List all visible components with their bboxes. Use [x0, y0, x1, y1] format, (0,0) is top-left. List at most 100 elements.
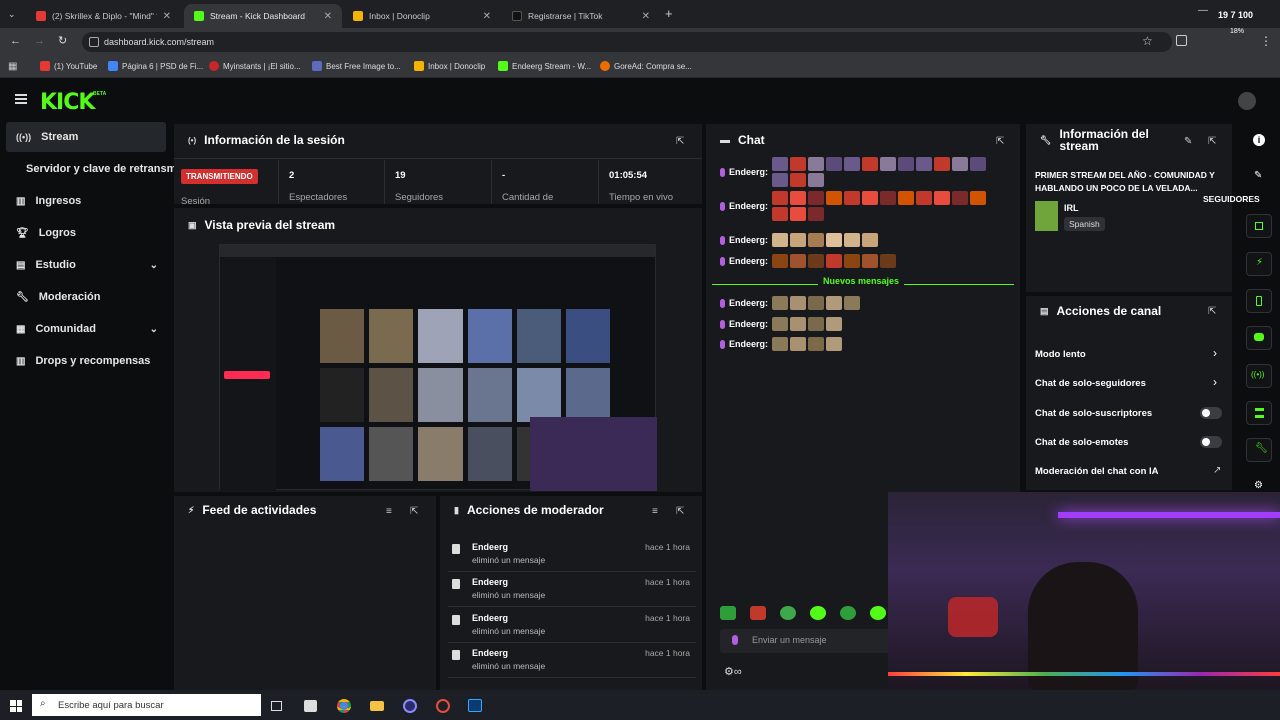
- chrome-icon[interactable]: [337, 699, 351, 713]
- back-icon[interactable]: ←: [10, 35, 21, 47]
- pencil-icon[interactable]: ✎: [1254, 170, 1262, 181]
- close-tab-icon[interactable]: ✕: [642, 11, 650, 22]
- new-tab-button[interactable]: +: [665, 6, 673, 21]
- capture-app-icon[interactable]: [436, 699, 450, 713]
- popout-icon[interactable]: ⇱: [996, 136, 1004, 147]
- url-input[interactable]: dashboard.kick.com/stream: [82, 32, 1172, 52]
- tab-donoclip[interactable]: Inbox | Donoclip ✕: [343, 4, 501, 28]
- subscribers-only-toggle[interactable]: [1200, 407, 1222, 419]
- popout-icon[interactable]: ⇱: [676, 506, 684, 517]
- mod-action-time: hace 1 hora: [645, 648, 690, 658]
- emotes-only-toggle[interactable]: [1200, 436, 1222, 448]
- windows-start-icon[interactable]: [10, 700, 22, 712]
- stream-preview-video[interactable]: [219, 244, 657, 491]
- obs-icon[interactable]: [403, 699, 417, 713]
- chat-settings-icon[interactable]: ⚙︎∞: [724, 665, 742, 678]
- edit-pencil-icon[interactable]: ✎: [1184, 136, 1192, 147]
- followers-only-option[interactable]: Chat de solo-seguidores: [1035, 378, 1146, 389]
- chat-username[interactable]: Endeerg:: [729, 256, 768, 266]
- close-tab-icon[interactable]: ✕: [324, 11, 332, 22]
- sidebar-item-ingresos[interactable]: ▥ Ingresos: [6, 186, 166, 216]
- user-avatar[interactable]: [1238, 92, 1256, 110]
- sidebar-item-moderacion[interactable]: 🔧︎ Moderación: [6, 282, 166, 312]
- chat-input-placeholder: Enviar un mensaje: [752, 635, 827, 645]
- minimize-button[interactable]: —: [1198, 5, 1208, 16]
- rail-button-wrench[interactable]: 🔧︎: [1246, 438, 1272, 462]
- tab-kick-dashboard[interactable]: Stream - Kick Dashboard ✕: [184, 4, 342, 28]
- site-info-icon[interactable]: [89, 37, 99, 47]
- kick-logo[interactable]: KICK: [40, 90, 95, 115]
- emote-tray: [720, 606, 890, 622]
- more-options-icon[interactable]: ⚙︎: [1254, 480, 1263, 491]
- tab-youtube[interactable]: (2) Skrillex & Diplo - "Mind" fe ✕: [26, 4, 181, 28]
- sidebar-item-servidor[interactable]: Servidor y clave de retransm: [16, 154, 176, 184]
- microphone-icon: [732, 635, 738, 645]
- chat-username[interactable]: Endeerg:: [729, 201, 768, 211]
- file-explorer-icon[interactable]: [370, 701, 384, 711]
- emote-icon[interactable]: [720, 606, 736, 620]
- bookmark-best-free-image[interactable]: Best Free Image to...: [312, 61, 401, 71]
- bookmark-youtube[interactable]: (1) YouTube: [40, 61, 97, 71]
- extensions-icon[interactable]: [1176, 35, 1187, 46]
- emote-icon[interactable]: [780, 606, 796, 620]
- tab-search-icon[interactable]: ⌄: [8, 9, 16, 20]
- store-icon[interactable]: [304, 700, 317, 712]
- emote-icon[interactable]: [870, 606, 886, 620]
- tab-tiktok[interactable]: Registrarse | TikTok ✕: [502, 4, 660, 28]
- ai-moderation-option[interactable]: Moderación del chat con IA: [1035, 466, 1159, 477]
- rail-button-clip[interactable]: [1246, 214, 1272, 238]
- menu-icon[interactable]: ⋮: [1260, 34, 1272, 48]
- emote-icon[interactable]: [750, 606, 766, 620]
- chat-username[interactable]: Endeerg:: [729, 298, 768, 308]
- rail-button-chat[interactable]: [1246, 326, 1272, 350]
- rail-button-broadcast[interactable]: ((•)): [1246, 364, 1272, 388]
- rail-button-bolt[interactable]: ⚡︎: [1246, 252, 1272, 276]
- rail-button-phone[interactable]: [1246, 289, 1272, 313]
- wrench-icon: 🔧︎: [16, 291, 29, 303]
- sidebar-item-drops[interactable]: ▥ Drops y recompensas: [6, 346, 166, 376]
- taskbar-search-input[interactable]: ⌕ Escribe aquí para buscar: [32, 694, 261, 716]
- sidebar-item-logros[interactable]: 🏆︎ Logros: [6, 218, 166, 248]
- popout-icon[interactable]: ⇱: [1208, 306, 1216, 317]
- sidebar-item-label: Logros: [38, 227, 76, 239]
- popout-icon[interactable]: ⇱: [1208, 136, 1216, 147]
- info-icon[interactable]: i: [1253, 134, 1265, 146]
- bookmark-star-icon[interactable]: ☆: [1142, 34, 1153, 48]
- chat-username[interactable]: Endeerg:: [729, 167, 768, 177]
- chat-username[interactable]: Endeerg:: [729, 235, 768, 245]
- bookmark-myinstants[interactable]: Myinstants | ¡El sitio...: [209, 61, 301, 71]
- chat-emote: [862, 157, 879, 171]
- chevron-right-icon[interactable]: ›: [1213, 375, 1217, 389]
- external-link-icon[interactable]: ↗: [1213, 465, 1221, 476]
- chat-username[interactable]: Endeerg:: [729, 339, 768, 349]
- task-view-icon[interactable]: [271, 701, 282, 711]
- photoshop-icon[interactable]: [468, 699, 482, 712]
- chat-username[interactable]: Endeerg:: [729, 319, 768, 329]
- emote-icon[interactable]: [810, 606, 826, 620]
- chat-message-input[interactable]: Enviar un mensaje: [720, 629, 890, 653]
- popout-icon[interactable]: ⇱: [676, 136, 684, 147]
- bookmark-goread[interactable]: GoreAd: Compra se...: [600, 61, 692, 71]
- bookmark-endeerg-stream[interactable]: Endeerg Stream - W...: [498, 61, 591, 71]
- chevron-right-icon[interactable]: ›: [1213, 346, 1217, 360]
- emotes-only-option[interactable]: Chat de solo-emotes: [1035, 437, 1128, 448]
- sidebar-item-comunidad[interactable]: ▦ Comunidad ⌄: [6, 314, 166, 344]
- reload-icon[interactable]: ↻: [58, 34, 67, 47]
- hamburger-menu-icon[interactable]: [15, 94, 27, 104]
- slow-mode-option[interactable]: Modo lento: [1035, 349, 1086, 360]
- microphone-badge-icon: [720, 235, 725, 245]
- bookmark-pagina6[interactable]: Página 6 | PSD de Fi...: [108, 61, 203, 71]
- apps-grid-icon[interactable]: ▦: [8, 61, 17, 72]
- close-tab-icon[interactable]: ✕: [483, 11, 491, 22]
- filter-icon[interactable]: ≡: [652, 506, 658, 517]
- emote-icon[interactable]: [840, 606, 856, 620]
- close-tab-icon[interactable]: ✕: [163, 11, 171, 22]
- popout-icon[interactable]: ⇱: [410, 506, 418, 517]
- sidebar-item-stream[interactable]: ((•)) Stream: [6, 122, 166, 152]
- forward-icon[interactable]: →: [34, 35, 45, 47]
- filter-icon[interactable]: ≡: [386, 506, 392, 517]
- bookmark-donoclip[interactable]: Inbox | Donoclip: [414, 61, 485, 71]
- subscribers-only-option[interactable]: Chat de solo-suscriptores: [1035, 408, 1152, 419]
- sidebar-item-estudio[interactable]: ▤ Estudio ⌄: [6, 250, 166, 280]
- rail-button-channel[interactable]: [1246, 401, 1272, 425]
